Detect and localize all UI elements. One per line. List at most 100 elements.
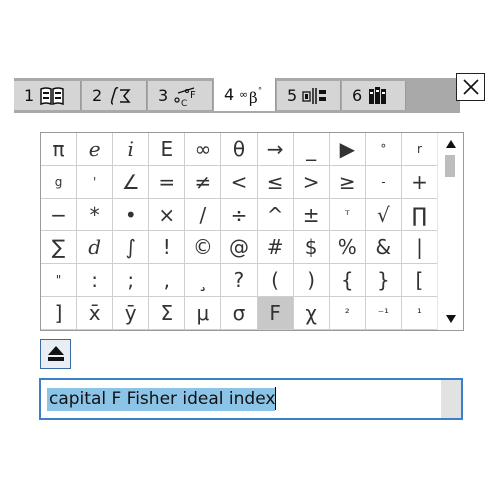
symbol-cell[interactable]: π [41,133,78,166]
symbol-cell[interactable]: ; [113,264,150,298]
scroll-thumb[interactable] [445,155,455,177]
text-caret [275,387,276,410]
symbol-cell[interactable]: # [257,231,294,265]
symbol-cell[interactable]: • [113,198,150,232]
symbol-cell[interactable]: x̄ [77,297,114,330]
tab-number: 3 [158,86,169,105]
symbol-cell[interactable]: ² [329,297,366,330]
symbol-cell[interactable]: e [77,133,114,166]
tab-library[interactable]: 5 [277,81,341,110]
tab-number: 6 [352,86,363,105]
tab-units[interactable]: 3 CF [148,81,213,110]
symbol-cell[interactable]: ± [293,198,330,232]
symbol-cell[interactable]: χ [293,297,330,330]
symbol-cell[interactable]: μ [185,297,222,330]
symbol-cell[interactable]: ¸ [185,264,222,298]
svg-text:°: ° [258,86,262,95]
symbol-cell[interactable]: / [185,198,222,232]
symbol-cell[interactable]: g [41,165,78,199]
collapse-button[interactable] [40,339,71,369]
symbol-cell[interactable]: " [41,264,78,298]
symbol-cell[interactable]: ≠ [185,165,222,199]
tab-number: 4 [224,85,235,104]
symbol-cell[interactable]: | [401,231,438,265]
svg-text:∞: ∞ [239,88,248,101]
symbol-cell[interactable]: > [293,165,330,199]
library-icon [302,85,328,107]
symbol-cell[interactable]: ∑ [41,231,78,265]
symbol-cell[interactable]: , [149,264,186,298]
svg-text:F: F [190,90,196,101]
close-icon [462,79,479,95]
symbol-cell[interactable]: © [185,231,222,265]
symbol-cell[interactable]: ¹ [401,297,438,330]
symbol-cell[interactable]: - [365,165,402,199]
symbol-cell[interactable]: ≤ [257,165,294,199]
tab-symbols[interactable]: 4 ∞ β ° [214,78,276,111]
symbol-cell[interactable]: E [149,133,186,166]
scroll-up-button[interactable] [438,135,463,153]
symbol-cell[interactable]: ᵀ [329,198,366,232]
symbol-cell[interactable]: ( [257,264,294,298]
tab-number: 1 [24,86,35,105]
scroll-down-button[interactable] [438,310,463,328]
palette-scrollbar[interactable] [437,133,463,330]
symbol-cell[interactable]: ' [77,165,114,199]
symbol-cell[interactable]: ] [41,297,78,330]
search-input[interactable]: capital F Fisher ideal index [44,383,439,415]
symbol-cell[interactable]: Σ [149,297,186,330]
symbol-cell[interactable]: d [77,231,114,265]
symbol-cell[interactable]: ▶ [329,133,366,166]
catalog-book-icon [39,85,65,107]
symbol-cell[interactable]: ? [221,264,258,298]
symbol-cell[interactable]: ^ [257,198,294,232]
symbol-cell[interactable]: @ [221,231,258,265]
symbol-cell[interactable]: − [41,198,78,232]
symbol-cell[interactable]: ∞ [185,133,222,166]
symbol-cell[interactable]: ! [149,231,186,265]
symbol-cell[interactable]: + [401,165,438,199]
symbol-cell[interactable]: i [113,133,150,166]
symbol-cell[interactable]: * [77,198,114,232]
symbol-cell[interactable]: ȳ [113,297,150,330]
symbol-cell[interactable]: σ [221,297,258,330]
symbol-cell[interactable]: θ [221,133,258,166]
symbol-cell[interactable]: ⁻¹ [365,297,402,330]
symbol-cell[interactable]: % [329,231,366,265]
symbol-cell[interactable]: = [149,165,186,199]
symbol-cell[interactable]: F [257,297,294,330]
eject-up-icon [47,346,64,361]
tab-templates[interactable]: 2 [82,81,147,110]
symbol-palette: π e i E ∞ θ → _ ▶ ° r g ' ∠ = ≠ < ≤ > ≥ - + − * • × / ÷ ^ ± ᵀ √ ∏ ∑ d ∫! © @ #… [40,132,464,331]
symbol-grid: π e i E ∞ θ → _ ▶ ° r g ' ∠ = ≠ < ≤ > ≥ - + − * • × / ÷ ^ ± ᵀ √ ∏ ∑ d ∫! © @ #… [41,133,438,330]
symbol-search-field[interactable]: capital F Fisher ideal index [39,378,463,420]
tab-books[interactable]: 6 [342,81,406,110]
symbol-cell[interactable]: ≥ [329,165,366,199]
symbol-cell[interactable]: ° [365,133,402,166]
symbol-cell[interactable]: < [221,165,258,199]
symbol-cell[interactable]: ÷ [221,198,258,232]
symbol-cell[interactable]: _ [293,133,330,166]
tab-catalog[interactable]: 1 [14,81,81,110]
symbol-cell[interactable]: } [365,264,402,298]
tab-number: 2 [92,86,103,105]
symbol-cell[interactable]: √ [365,198,402,232]
symbol-cell[interactable]: ∠ [113,165,150,199]
books-icon [367,85,393,107]
symbol-cell[interactable]: [ [401,264,438,298]
symbol-cell[interactable]: ∏ [401,198,438,232]
symbol-cell[interactable]: { [329,264,366,298]
category-tab-bar: 1 2 3 CF 4 ∞ β ° 5 6 [14,78,460,113]
symbol-cell[interactable]: × [149,198,186,232]
tab-number: 5 [287,86,298,105]
symbol-cell[interactable]: & [365,231,402,265]
symbol-cell[interactable]: ∫ [113,231,150,265]
symbol-cell[interactable]: $ [293,231,330,265]
svg-text:β: β [249,89,258,106]
symbol-cell[interactable]: r [401,133,438,166]
symbol-cell[interactable]: ) [293,264,330,298]
search-field-side-panel [441,380,461,418]
symbol-cell[interactable]: : [77,264,114,298]
close-button[interactable] [456,73,485,101]
symbol-cell[interactable]: → [257,133,294,166]
